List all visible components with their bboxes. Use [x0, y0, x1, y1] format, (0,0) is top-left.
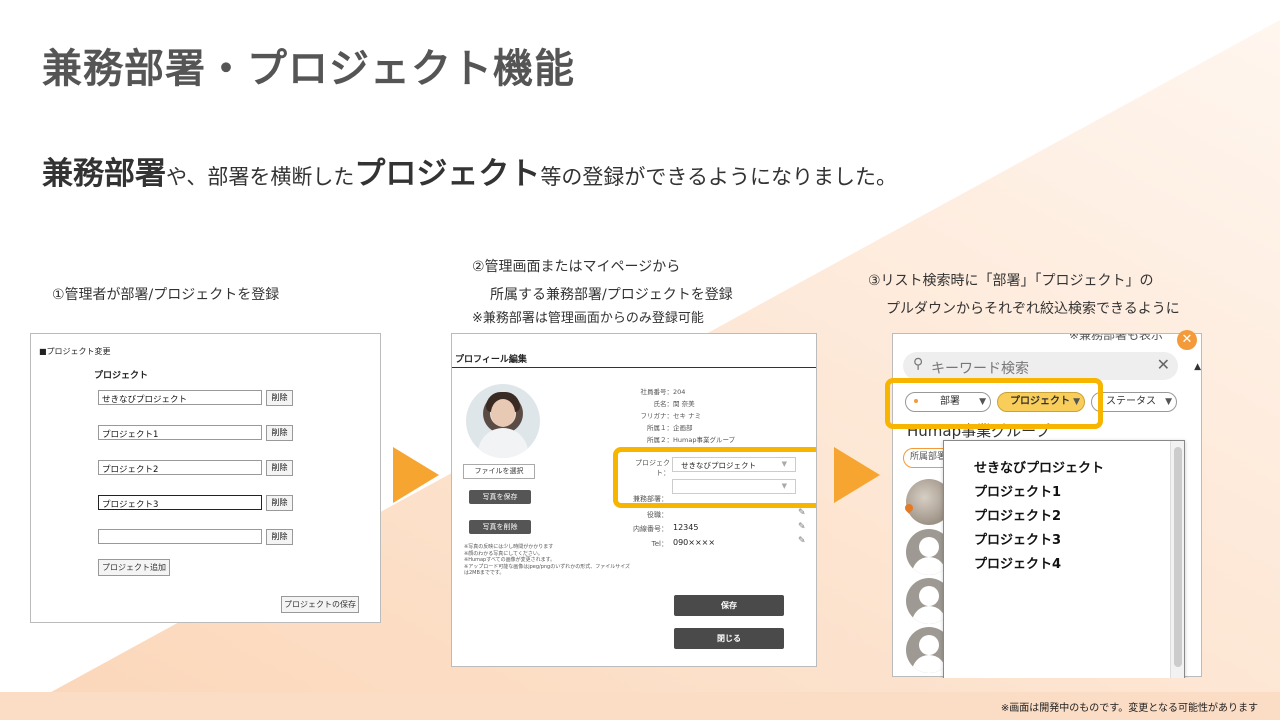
- status-filter-label: ステータス: [1106, 396, 1156, 407]
- add-project-button[interactable]: プロジェクト追加: [98, 559, 170, 576]
- subtitle-bold-dept: 兼務部署: [42, 156, 166, 192]
- step-1-caption: ①管理者が部署/プロジェクトを登録: [52, 287, 280, 303]
- project-change-heading: ■プロジェクト変更: [39, 347, 111, 356]
- delete-button-4[interactable]: 削除: [266, 495, 293, 511]
- role-label: 役職：: [647, 511, 668, 519]
- project-input-4[interactable]: プロジェクト3: [98, 495, 262, 510]
- clear-icon[interactable]: ✕: [1157, 355, 1170, 374]
- scrollbar[interactable]: [1170, 441, 1184, 678]
- step-2-line-2: 所属する兼務部署/プロジェクトを登録: [490, 287, 733, 303]
- info-dept-2: 所属２：Humap事業グループ: [647, 436, 736, 444]
- subtitle-bold-project: プロジェクト: [354, 156, 541, 192]
- project-dropdown-menu: せきなびプロジェクト プロジェクト1 プロジェクト2 プロジェクト3 プロジェク…: [943, 440, 1185, 678]
- step-3-caption: ③リスト検索時に「部署」「プロジェクト」の プルダウンからそれぞれ絞込検索できる…: [868, 267, 1180, 323]
- footer-note: ※画面は開発中のものです。変更となる可能性があります: [1000, 703, 1258, 714]
- delete-button-2[interactable]: 削除: [266, 425, 293, 441]
- delete-photo-button[interactable]: 写真を削除: [469, 520, 531, 534]
- pencil-icon[interactable]: ✎: [798, 536, 806, 546]
- project-input-3[interactable]: プロジェクト2: [98, 460, 262, 475]
- subtitle: 兼務部署や、部署を横断したプロジェクト等の登録ができるようになりました。: [42, 148, 897, 193]
- scrollbar-thumb[interactable]: [1174, 447, 1182, 667]
- arrow-right-icon-1: [393, 447, 439, 503]
- info-name: 氏名：関 奈美: [653, 400, 695, 408]
- subtitle-text-2: 等の登録ができるようになりました。: [540, 165, 897, 189]
- tel-label: Tel：: [651, 540, 668, 548]
- extension-value: 12345: [673, 523, 699, 532]
- cut-off-text: ※兼務部署も表示: [1069, 334, 1164, 342]
- project-input-5[interactable]: [98, 529, 262, 544]
- profile-edit-panel: プロフィール編集 ファイルを選択 写真を保存 写真を削除 ※写真の反映には少し時…: [451, 333, 817, 667]
- project-highlight: [613, 447, 816, 508]
- photo-note-4: ※アップロード可能な画像はjpeg/pngのいずれかの形式、ファイルサイズは2M…: [464, 563, 631, 577]
- info-employee-no: 社員番号：204: [640, 388, 686, 396]
- pencil-icon[interactable]: ✎: [798, 522, 806, 532]
- close-icon[interactable]: ✕: [1177, 330, 1197, 350]
- step-2-caption: ②管理画面またはマイページから 所属する兼務部署/プロジェクトを登録 ※兼務部署…: [472, 253, 733, 329]
- save-project-button[interactable]: プロジェクトの保存: [281, 596, 359, 613]
- project-input-1[interactable]: せきなびプロジェクト: [98, 390, 262, 405]
- keyword-search-input[interactable]: ⚲ キーワード検索 ✕: [903, 352, 1178, 380]
- pencil-icon[interactable]: ✎: [798, 508, 806, 518]
- step-3-line-2: プルダウンからそれぞれ絞込検索できるように: [886, 301, 1180, 317]
- project-admin-panel: ■プロジェクト変更 プロジェクト せきなびプロジェクト 削除 プロジェクト1 削…: [30, 333, 381, 623]
- search-icon: ⚲: [913, 356, 924, 372]
- delete-button-5[interactable]: 削除: [266, 529, 293, 545]
- tel-value: 090××××: [673, 538, 716, 547]
- dropdown-option[interactable]: せきなびプロジェクト: [974, 457, 1104, 476]
- photo-notes: ※写真の反映には少し時間がかかります ※顔のわかる写真にしてください。 ※Hum…: [464, 544, 634, 577]
- delete-button-1[interactable]: 削除: [266, 390, 293, 406]
- step-2-line-1: ②管理画面またはマイページから: [472, 259, 681, 275]
- chevron-down-icon: ▼: [1165, 397, 1172, 407]
- extension-label: 内線番号：: [633, 525, 668, 533]
- dropdown-option[interactable]: プロジェクト1: [974, 481, 1061, 500]
- save-button[interactable]: 保存: [674, 595, 784, 616]
- close-button[interactable]: 閉じる: [674, 628, 784, 649]
- dropdown-option[interactable]: プロジェクト4: [974, 553, 1061, 572]
- arrow-right-icon-2: [834, 447, 880, 503]
- save-photo-button[interactable]: 写真を保存: [469, 490, 531, 504]
- filter-highlight: [885, 378, 1103, 429]
- step-3-line-1: ③リスト検索時に「部署」「プロジェクト」の: [868, 273, 1154, 289]
- delete-button-3[interactable]: 削除: [266, 460, 293, 476]
- step-2-note: ※兼務部署は管理画面からのみ登録可能: [472, 311, 704, 326]
- profile-edit-heading: プロフィール編集: [455, 355, 527, 365]
- project-input-2[interactable]: プロジェクト1: [98, 425, 262, 440]
- dropdown-option[interactable]: プロジェクト3: [974, 529, 1061, 548]
- info-dept-1: 所属１：企画部: [647, 424, 693, 432]
- list-search-panel: ※兼務部署も表示 ⚲ キーワード検索 ✕ ▲ 部署 ▼ プロジェクト ▼ ステー…: [885, 330, 1202, 678]
- subtitle-text-1: や、部署を横断した: [166, 165, 355, 189]
- search-placeholder: キーワード検索: [931, 361, 1029, 377]
- status-filter-dropdown[interactable]: ステータス ▼: [1091, 392, 1177, 412]
- caret-icon: ▲: [1194, 362, 1201, 372]
- info-kana: フリガナ：セキ ナミ: [640, 412, 702, 420]
- header-divider: [452, 367, 816, 368]
- project-label: プロジェクト: [94, 371, 149, 381]
- profile-photo: [466, 384, 540, 458]
- choose-file-button[interactable]: ファイルを選択: [463, 464, 535, 479]
- page-title: 兼務部署・プロジェクト機能: [42, 46, 575, 92]
- dropdown-option[interactable]: プロジェクト2: [974, 505, 1061, 524]
